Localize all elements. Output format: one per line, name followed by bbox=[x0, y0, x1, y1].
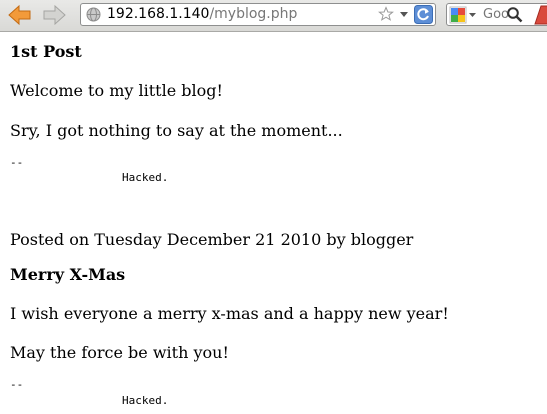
history-dropdown-icon[interactable] bbox=[398, 6, 410, 26]
post-paragraph: I wish everyone a merry x-mas and a happ… bbox=[10, 304, 449, 323]
post-paragraph: May the force be with you! bbox=[10, 343, 229, 362]
forward-button[interactable] bbox=[40, 3, 68, 27]
search-icon[interactable] bbox=[506, 6, 523, 25]
forward-arrow-icon bbox=[43, 4, 66, 26]
page-content: 1st Post Welcome to my little blog! Sry,… bbox=[0, 32, 547, 414]
url-host: 192.168.1.140 bbox=[107, 6, 210, 22]
search-bar[interactable]: Goo bbox=[446, 3, 547, 26]
url-path: /myblog.php bbox=[209, 6, 298, 22]
url-text: 192.168.1.140/myblog.php bbox=[107, 6, 297, 23]
post-paragraph: Welcome to my little blog! bbox=[10, 81, 223, 100]
bookmark-star-icon[interactable] bbox=[378, 6, 394, 26]
signature-separator: -- bbox=[10, 156, 24, 169]
search-engine-icon[interactable] bbox=[449, 6, 479, 24]
post-title: Merry X-Mas bbox=[10, 265, 126, 284]
back-button[interactable] bbox=[6, 3, 34, 27]
signature-separator: -- bbox=[10, 378, 24, 391]
post-title: 1st Post bbox=[10, 42, 82, 61]
post-paragraph: Sry, I got nothing to say at the moment.… bbox=[10, 121, 343, 140]
signature-text: Hacked. bbox=[122, 171, 169, 184]
back-arrow-icon bbox=[8, 4, 31, 26]
globe-icon bbox=[86, 7, 101, 26]
post-meta: Posted on Tuesday December 21 2010 by bl… bbox=[10, 230, 414, 249]
browser-toolbar: 192.168.1.140/myblog.php Goo bbox=[0, 0, 547, 32]
toolbar-extension-icon[interactable] bbox=[533, 4, 547, 30]
signature-text: Hacked. bbox=[122, 394, 169, 407]
reload-icon[interactable] bbox=[414, 5, 433, 28]
url-bar[interactable]: 192.168.1.140/myblog.php bbox=[80, 3, 436, 26]
